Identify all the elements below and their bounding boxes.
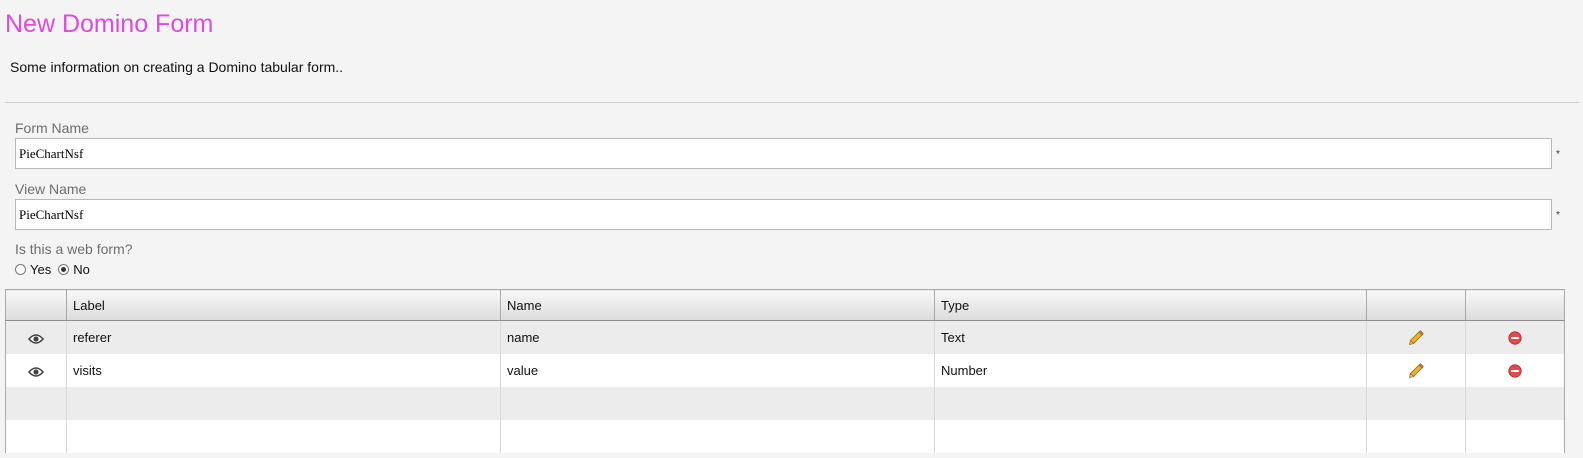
empty-cell [500,420,935,453]
radio-selected-dot [61,266,67,272]
empty-cell [66,387,501,420]
web-form-yes-label: Yes [30,261,52,277]
empty-cell [934,420,1367,453]
column-header-label[interactable]: Label [66,289,501,321]
page-title: New Domino Form [5,10,214,38]
pencil-icon[interactable] [1408,363,1424,379]
view-cell [5,320,67,354]
form-name-label: Form Name [15,120,89,136]
row-name-cell: value [500,354,935,387]
column-header-delete [1465,289,1565,321]
view-cell [5,354,67,387]
empty-cell [1465,387,1565,420]
row-type-cell: Number [934,354,1367,387]
delete-cell [1465,320,1565,354]
minus-circle-icon[interactable] [1508,331,1522,345]
web-form-no-radio[interactable] [58,263,70,275]
web-form-yes-radio[interactable] [15,263,26,275]
table-row[interactable]: visits value Number [5,354,1565,387]
column-header-type[interactable]: Type [934,289,1367,321]
empty-cell [1366,420,1466,453]
eye-icon[interactable] [27,366,45,377]
edit-cell [1366,354,1466,387]
form-name-input[interactable] [15,138,1552,169]
empty-table-row [5,420,1565,453]
web-form-label: Is this a web form? [15,241,133,257]
empty-cell [500,387,935,420]
row-name-cell: name [500,320,935,354]
pencil-icon[interactable] [1408,330,1424,346]
empty-cell [934,387,1367,420]
empty-cell [1465,420,1565,453]
empty-cell [66,420,501,453]
eye-icon[interactable] [27,333,45,344]
row-type-cell: Text [934,320,1367,354]
empty-cell [5,387,67,420]
empty-table-row [5,387,1565,420]
delete-cell [1465,354,1565,387]
table-row[interactable]: referer name Text [5,320,1565,354]
table-header-row: Label Name Type [5,289,1565,321]
fields-table: Label Name Type referer name Text visits… [5,289,1565,453]
domino-form-page: New Domino Form Some information on crea… [0,0,1583,458]
intro-text: Some information on creating a Domino ta… [10,59,344,75]
view-name-required-mark: * [1556,210,1560,221]
edit-cell [1366,320,1466,354]
row-label-cell: visits [66,354,501,387]
empty-cell [5,420,67,453]
form-name-required-mark: * [1556,149,1560,160]
column-header-name[interactable]: Name [500,289,935,321]
view-name-input[interactable] [15,199,1552,230]
row-label-cell: referer [66,320,501,354]
column-header-view [5,289,67,321]
view-name-label: View Name [15,181,87,197]
section-divider [5,102,1579,103]
web-form-radio-group: Yes No [15,261,97,277]
minus-circle-icon[interactable] [1508,364,1522,378]
empty-cell [1366,387,1466,420]
web-form-no-label: No [73,261,90,277]
column-header-edit [1366,289,1466,321]
